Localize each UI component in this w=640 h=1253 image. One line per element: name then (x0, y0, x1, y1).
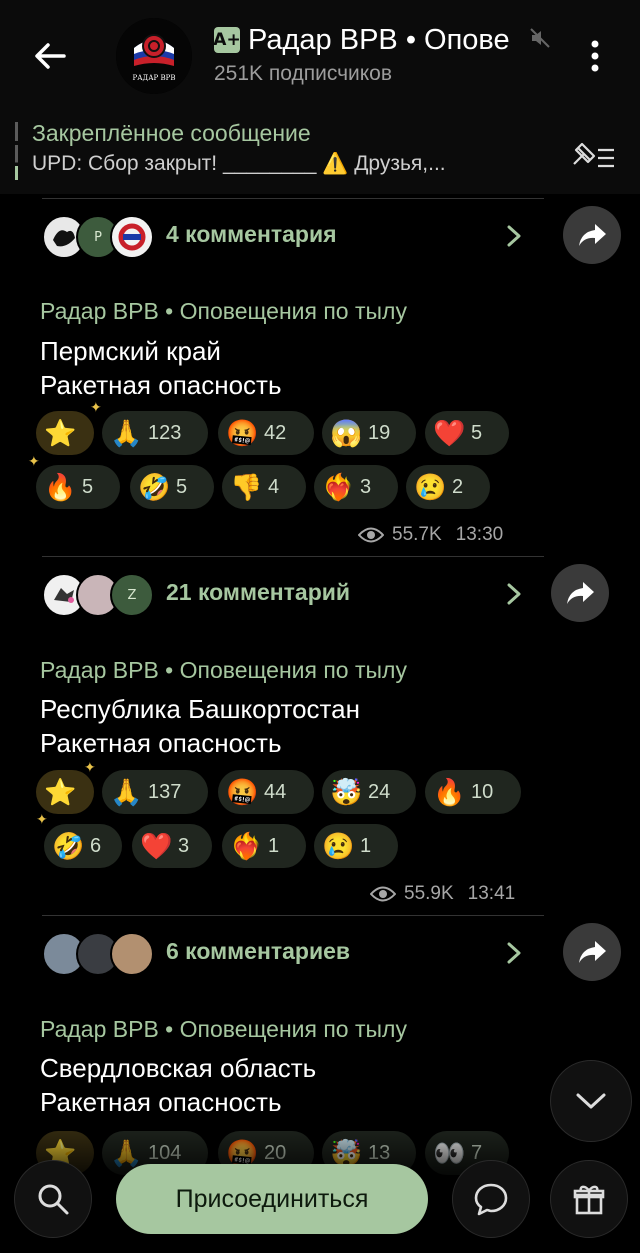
comments-button[interactable] (452, 1160, 530, 1238)
reaction-chip[interactable]: ❤️ 5 (425, 411, 509, 455)
commenter-avatars: P (42, 215, 162, 259)
reaction-chip[interactable]: ⭐ (36, 411, 94, 455)
comments-row[interactable]: Z 21 комментарий (42, 565, 532, 625)
sparkle-icon: ✦ (36, 812, 48, 828)
post-text: Республика Башкортостан Ракетная опаснос… (40, 692, 360, 760)
channel-badge: A+ (214, 27, 241, 53)
chevron-right-icon (507, 225, 521, 247)
view-count: 55.9K (404, 883, 454, 904)
pin-list-icon[interactable] (570, 140, 618, 176)
avatar (110, 215, 154, 259)
mute-icon (530, 28, 550, 48)
reaction-chip[interactable]: 🙏 123 (102, 411, 208, 455)
share-button[interactable] (563, 923, 621, 981)
post-line: Республика Башкортостан (40, 694, 360, 724)
search-button[interactable] (14, 1160, 92, 1238)
reaction-chip[interactable]: 🤬 44 (218, 770, 314, 814)
reaction-chip[interactable]: 🤣 6 (44, 824, 122, 868)
post-source: Радар ВРВ • Оповещения по тылу (40, 298, 407, 324)
post-line: Ракетная опасность (40, 728, 282, 758)
post-text: Пермский край Ракетная опасность (40, 334, 282, 402)
reaction-chip[interactable]: 😢 2 (406, 465, 490, 509)
comments-row[interactable]: P 4 комментария (42, 207, 532, 267)
chevron-down-icon (576, 1093, 606, 1109)
reaction-chip[interactable]: 👎 4 (222, 465, 306, 509)
reaction-chip[interactable]: 🤣 5 (130, 465, 214, 509)
share-icon (579, 941, 606, 963)
comments-count: 4 комментария (166, 221, 337, 247)
chevron-right-icon (507, 583, 521, 605)
post-line: Пермский край (40, 336, 221, 366)
avatar: Z (110, 573, 154, 617)
commenter-avatars: Z (42, 573, 162, 617)
comments-count: 6 комментариев (166, 938, 351, 964)
channel-title-row[interactable]: A+ Радар ВРВ • Опове (214, 20, 560, 60)
reaction-chip[interactable]: 🔥 5 (36, 465, 120, 509)
gift-icon (573, 1185, 605, 1215)
pinned-indicator (15, 122, 18, 180)
channel-title: Радар ВРВ • Опове (248, 23, 510, 56)
share-button[interactable] (563, 206, 621, 264)
commenter-avatars (42, 932, 162, 976)
sparkle-icon: ✦ (28, 454, 40, 470)
star-icon: ⭐ (44, 777, 77, 807)
reaction-chip[interactable]: 😱 19 (322, 411, 416, 455)
pinned-title: Закреплённое сообщение (32, 120, 311, 146)
eye-icon (358, 527, 384, 543)
post-line: Ракетная опасность (40, 370, 282, 400)
star-icon: ⭐ (44, 418, 77, 448)
reaction-chip[interactable]: 😢 1 (314, 824, 398, 868)
view-count: 55.7K (392, 524, 442, 545)
post-meta: 55.7K 13:30 (358, 524, 503, 546)
post-line: Свердловская область (40, 1053, 317, 1083)
sparkle-icon: ✦ (84, 760, 96, 776)
sparkle-icon: ✦ (90, 400, 102, 416)
reaction-chip[interactable]: 🔥 10 (425, 770, 521, 814)
back-arrow-icon[interactable] (28, 34, 72, 78)
reaction-chip[interactable]: ❤️‍🔥 1 (222, 824, 306, 868)
reaction-chip[interactable]: ❤️‍🔥 3 (314, 465, 398, 509)
join-button[interactable]: Присоединиться (116, 1164, 428, 1234)
subscriber-count: 251K подписчиков (214, 62, 393, 85)
eye-icon (370, 886, 396, 902)
reaction-chip[interactable]: ❤️ 3 (132, 824, 212, 868)
divider (42, 915, 544, 916)
pinned-message-bar[interactable]: Закреплённое сообщение UPD: Сбор закрыт!… (0, 112, 640, 194)
divider (42, 198, 544, 199)
comments-count: 21 комментарий (166, 579, 351, 605)
post-time: 13:30 (455, 524, 504, 545)
reaction-chip[interactable]: ⭐ (36, 770, 94, 814)
post-text: Свердловская область Ракетная опасность (40, 1051, 316, 1119)
share-icon (579, 224, 606, 246)
gift-button[interactable] (550, 1160, 628, 1238)
post-meta: 55.9K 13:41 (370, 883, 515, 905)
search-icon (38, 1184, 69, 1215)
post-source: Радар ВРВ • Оповещения по тылу (40, 1016, 407, 1042)
post-source: Радар ВРВ • Оповещения по тылу (40, 657, 407, 683)
share-button[interactable] (551, 564, 609, 622)
chat-header: РАДАР ВРВ A+ Радар ВРВ • Опове 251K подп… (0, 0, 640, 112)
post-line: Ракетная опасность (40, 1087, 282, 1117)
channel-avatar[interactable]: РАДАР ВРВ (116, 18, 192, 94)
scroll-down-button[interactable] (550, 1060, 632, 1142)
radar-logo-icon: РАДАР ВРВ (116, 18, 192, 94)
pinned-text: UPD: Сбор закрыт! ________ ⚠️ Друзья,... (32, 152, 446, 175)
reaction-chip[interactable]: 🙏 137 (102, 770, 208, 814)
post-time: 13:41 (467, 883, 516, 904)
avatar (110, 932, 154, 976)
divider (42, 556, 544, 557)
reaction-chip[interactable]: 🤯 24 (322, 770, 416, 814)
kebab-menu-icon[interactable] (580, 36, 610, 76)
comment-icon (474, 1183, 508, 1216)
comments-row[interactable]: 6 комментариев (42, 924, 532, 984)
reaction-chip[interactable]: 🤬 42 (218, 411, 314, 455)
svg-text:РАДАР ВРВ: РАДАР ВРВ (133, 74, 176, 82)
chevron-right-icon (507, 942, 521, 964)
share-icon (567, 582, 594, 604)
